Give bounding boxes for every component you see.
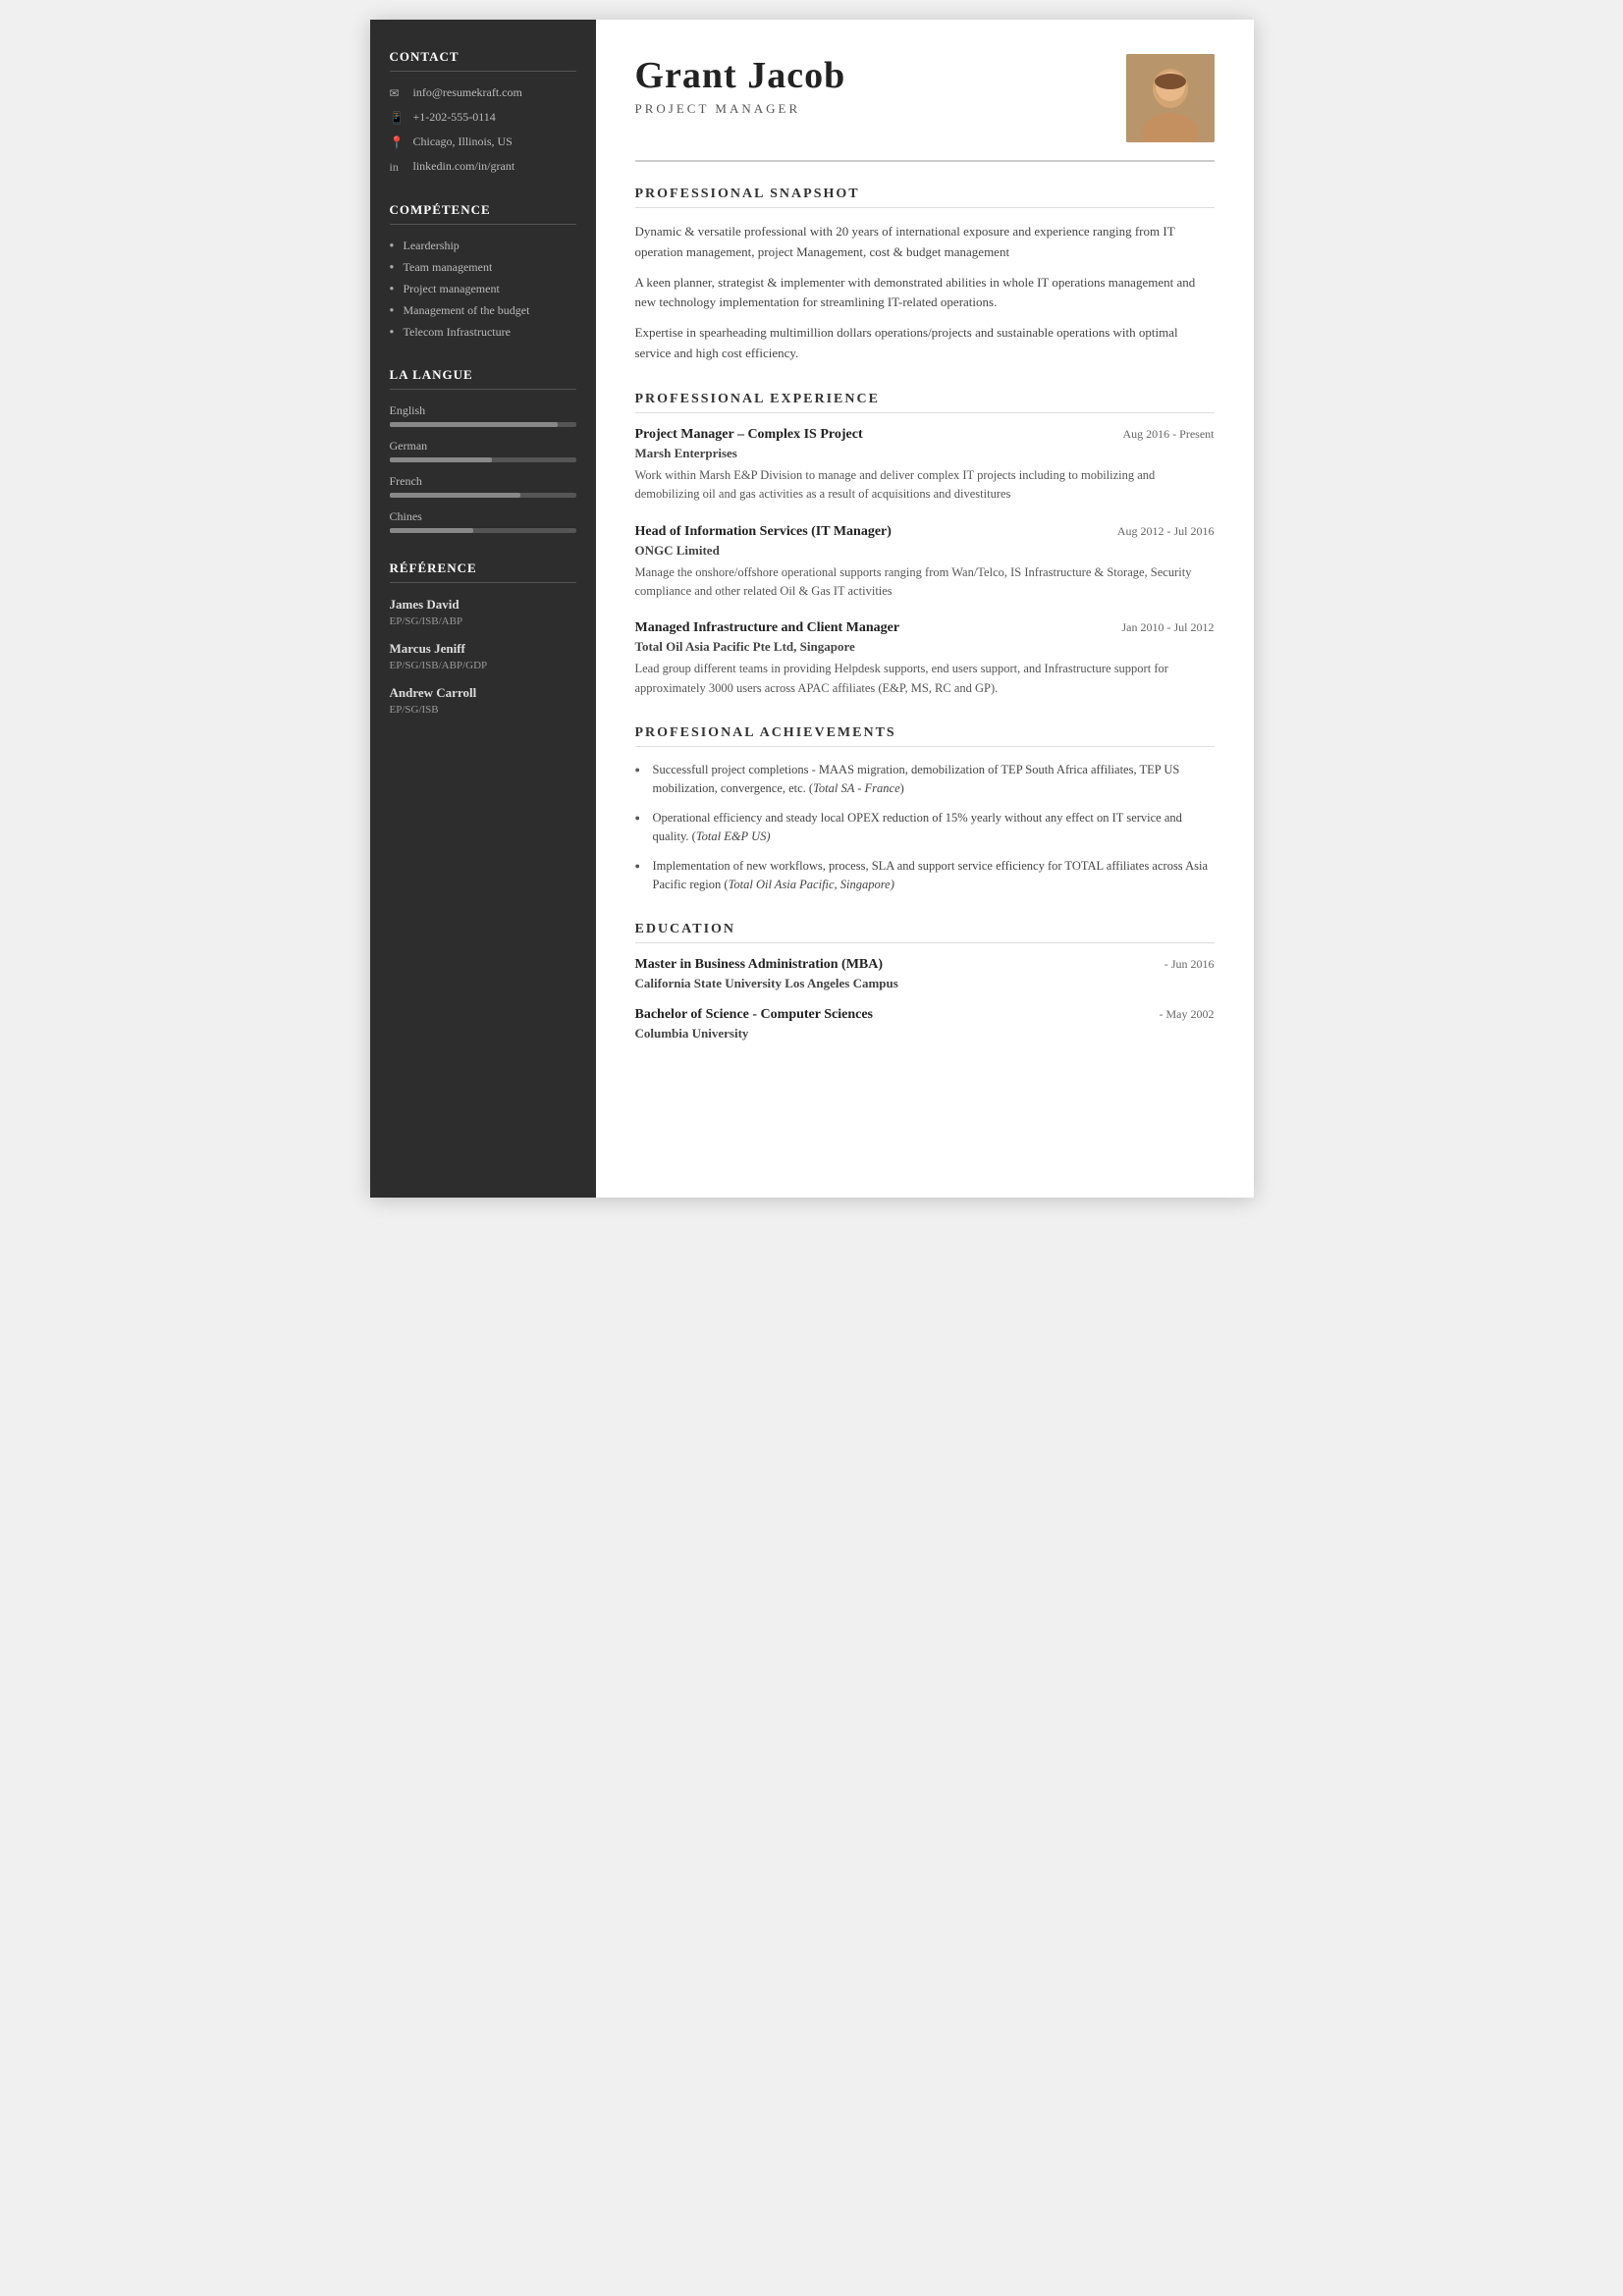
language-title: LA LANGUE <box>390 367 576 390</box>
reference-item: James David EP/SG/ISB/ABP <box>390 597 576 627</box>
competence-item: Management of the budget <box>390 303 576 318</box>
contact-linkedin: in linkedin.com/in/grant <box>390 159 576 175</box>
contact-title: CONTACT <box>390 49 576 72</box>
reference-item: Marcus Jeniff EP/SG/ISB/ABP/GDP <box>390 641 576 671</box>
experience-company: Total Oil Asia Pacific Pte Ltd, Singapor… <box>635 639 1215 655</box>
education-school: California State University Los Angeles … <box>635 976 898 991</box>
contact-phone: 📱 +1-202-555-0114 <box>390 110 576 126</box>
experience-item: Head of Information Services (IT Manager… <box>635 524 1215 602</box>
education-title: EDUCATION <box>635 922 1215 943</box>
language-name: French <box>390 474 576 489</box>
main-content: Grant Jacob PROJECT MANAGER PROFESSIONAL… <box>596 20 1254 1198</box>
reference-section: RÉFÉRENCE James David EP/SG/ISB/ABP Marc… <box>390 561 576 716</box>
experience-item: Managed Infrastructure and Client Manage… <box>635 620 1215 698</box>
reference-item: Andrew Carroll EP/SG/ISB <box>390 685 576 716</box>
education-date: - Jun 2016 <box>1164 957 1215 972</box>
achievement-item: Operational efficiency and steady local … <box>635 809 1215 847</box>
email-icon: ✉ <box>390 86 406 101</box>
candidate-name: Grant Jacob <box>635 54 846 97</box>
contact-location: 📍 Chicago, Illinois, US <box>390 134 576 150</box>
language-bar-fill <box>390 422 558 427</box>
language-bar-bg <box>390 422 576 427</box>
language-name: German <box>390 439 576 454</box>
language-bar-bg <box>390 457 576 462</box>
snapshot-paragraph: Dynamic & versatile professional with 20… <box>635 222 1215 263</box>
reference-name: Andrew Carroll <box>390 685 576 701</box>
experience-item: Project Manager – Complex IS Project Aug… <box>635 427 1215 505</box>
achievement-item: Implementation of new workflows, process… <box>635 857 1215 895</box>
competence-section: COMPÉTENCE Leardership Team management Pro… <box>390 202 576 340</box>
competence-item: Team management <box>390 260 576 275</box>
language-bar-fill <box>390 528 474 533</box>
sidebar: CONTACT ✉ info@resumekraft.com 📱 +1-202-… <box>370 20 596 1198</box>
competence-title: COMPÉTENCE <box>390 202 576 225</box>
experience-header: Managed Infrastructure and Client Manage… <box>635 620 1215 636</box>
reference-name: James David <box>390 597 576 613</box>
linkedin-icon: in <box>390 160 406 175</box>
reference-code: EP/SG/ISB <box>390 704 576 716</box>
competence-item: Telecom Infrastructure <box>390 325 576 340</box>
experience-title: PROFESSIONAL EXPERIENCE <box>635 392 1215 413</box>
snapshot-section: PROFESSIONAL SNAPSHOT Dynamic & versatil… <box>635 187 1215 364</box>
education-degree: Master in Business Administration (MBA) <box>635 957 898 973</box>
language-bar-fill <box>390 457 493 462</box>
contact-section: CONTACT ✉ info@resumekraft.com 📱 +1-202-… <box>390 49 576 175</box>
experience-description: Lead group different teams in providing … <box>635 660 1215 698</box>
education-section: EDUCATION Master in Business Administrat… <box>635 922 1215 1041</box>
snapshot-paragraph: A keen planner, strategist & implementer… <box>635 273 1215 314</box>
language-item: Chines <box>390 509 576 533</box>
reference-code: EP/SG/ISB/ABP/GDP <box>390 660 576 671</box>
snapshot-paragraph: Expertise in spearheading multimillion d… <box>635 323 1215 364</box>
reference-code: EP/SG/ISB/ABP <box>390 615 576 627</box>
competence-item: Project management <box>390 282 576 296</box>
education-left: Bachelor of Science - Computer Sciences … <box>635 1007 874 1041</box>
experience-date: Aug 2012 - Jul 2016 <box>1117 524 1215 539</box>
achievements-list: Successfull project completions - MAAS m… <box>635 761 1215 894</box>
experience-description: Work within Marsh E&P Division to manage… <box>635 466 1215 505</box>
experience-description: Manage the onshore/offshore operational … <box>635 563 1215 602</box>
competence-list: Leardership Team management Project manage… <box>390 239 576 340</box>
achievement-item: Successfull project completions - MAAS m… <box>635 761 1215 799</box>
language-item: English <box>390 403 576 427</box>
experience-job-title: Head of Information Services (IT Manager… <box>635 524 892 540</box>
experience-job-title: Project Manager – Complex IS Project <box>635 427 863 443</box>
achievements-section: PROFESIONAL ACHIEVEMENTS Successfull pro… <box>635 725 1215 894</box>
location-icon: 📍 <box>390 135 406 150</box>
experience-header: Project Manager – Complex IS Project Aug… <box>635 427 1215 443</box>
education-degree: Bachelor of Science - Computer Sciences <box>635 1007 874 1023</box>
language-name: English <box>390 403 576 418</box>
experience-header: Head of Information Services (IT Manager… <box>635 524 1215 540</box>
candidate-job-title: PROJECT MANAGER <box>635 101 846 117</box>
photo-placeholder <box>1126 54 1215 142</box>
reference-title: RÉFÉRENCE <box>390 561 576 583</box>
resume-document: CONTACT ✉ info@resumekraft.com 📱 +1-202-… <box>370 20 1254 1198</box>
resume-header: Grant Jacob PROJECT MANAGER <box>635 54 1215 162</box>
candidate-photo <box>1126 54 1215 142</box>
experience-section: PROFESSIONAL EXPERIENCE Project Manager … <box>635 392 1215 698</box>
language-name: Chines <box>390 509 576 524</box>
language-bar-bg <box>390 528 576 533</box>
experience-company: ONGC Limited <box>635 543 1215 559</box>
phone-icon: 📱 <box>390 111 406 126</box>
language-bar-bg <box>390 493 576 498</box>
competence-item: Leardership <box>390 239 576 253</box>
education-item: Bachelor of Science - Computer Sciences … <box>635 1007 1215 1041</box>
language-item: German <box>390 439 576 462</box>
language-bar-fill <box>390 493 520 498</box>
education-school: Columbia University <box>635 1026 874 1041</box>
reference-name: Marcus Jeniff <box>390 641 576 657</box>
experience-job-title: Managed Infrastructure and Client Manage… <box>635 620 900 636</box>
snapshot-title: PROFESSIONAL SNAPSHOT <box>635 187 1215 208</box>
header-text: Grant Jacob PROJECT MANAGER <box>635 54 846 117</box>
language-item: French <box>390 474 576 498</box>
contact-email: ✉ info@resumekraft.com <box>390 85 576 101</box>
experience-date: Aug 2016 - Present <box>1123 427 1215 442</box>
education-left: Master in Business Administration (MBA) … <box>635 957 898 991</box>
language-section: LA LANGUE English German French Chines <box>390 367 576 533</box>
achievements-title: PROFESIONAL ACHIEVEMENTS <box>635 725 1215 747</box>
experience-date: Jan 2010 - Jul 2012 <box>1122 620 1215 635</box>
experience-company: Marsh Enterprises <box>635 446 1215 461</box>
education-item: Master in Business Administration (MBA) … <box>635 957 1215 991</box>
education-date: - May 2002 <box>1160 1007 1215 1022</box>
